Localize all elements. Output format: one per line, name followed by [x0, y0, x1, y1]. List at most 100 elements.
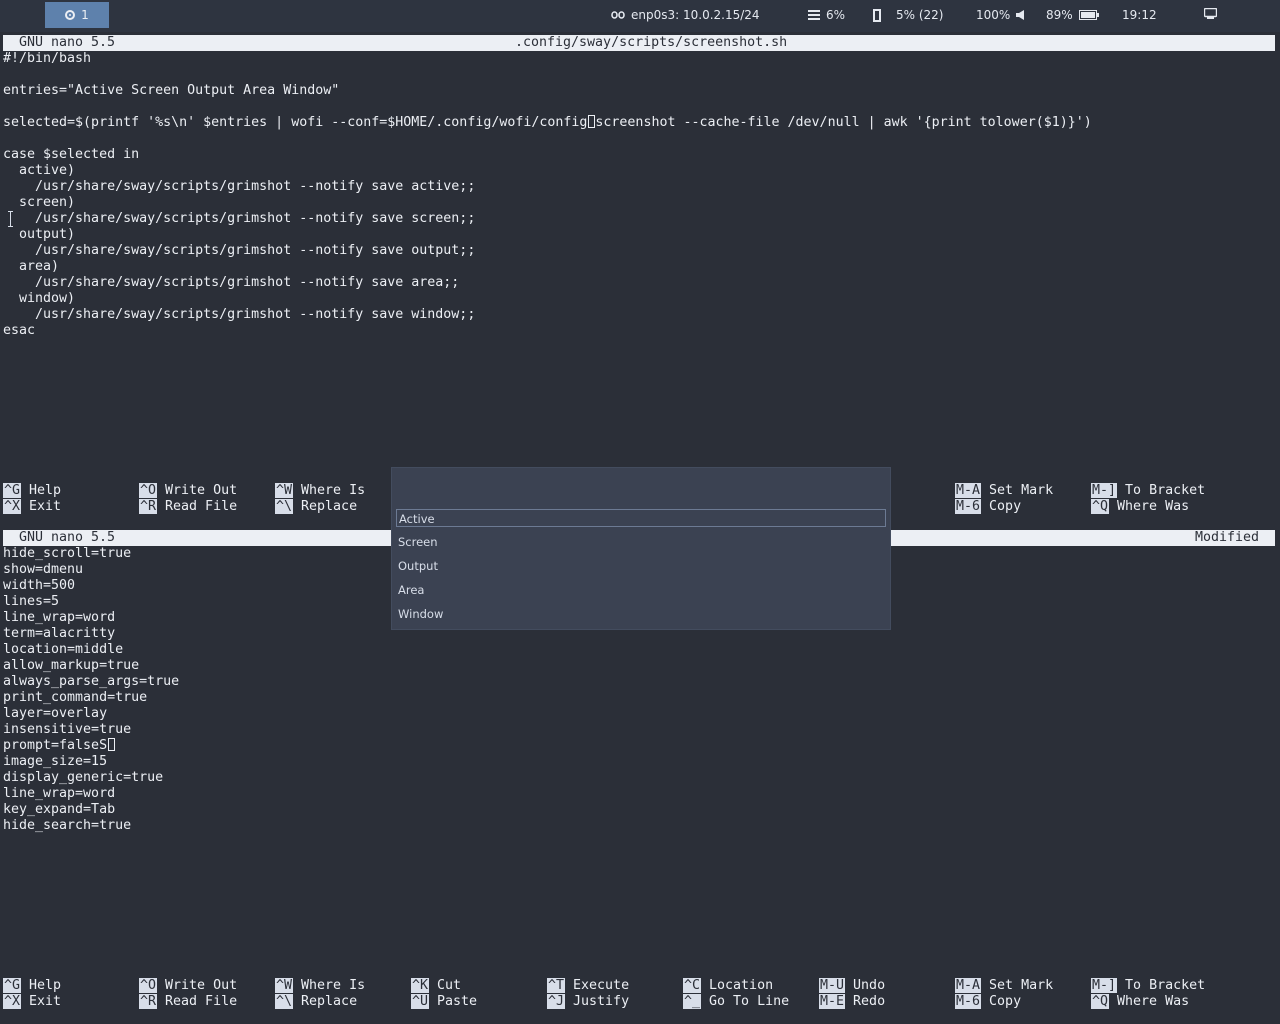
code-line: area)	[3, 259, 60, 274]
memory-icon	[873, 8, 881, 22]
code-line: screen)	[3, 195, 76, 210]
shortcut-read-file[interactable]: ^R Read File	[139, 994, 237, 1010]
shortcut-set-mark[interactable]: M-A Set Mark	[955, 978, 1053, 994]
shortcut-redo[interactable]: M-E Redo	[819, 994, 885, 1010]
code-line: /usr/share/sway/scripts/grimshot --notif…	[3, 179, 476, 194]
config-line: insensitive=true	[3, 722, 132, 737]
config-line: print_command=true	[3, 690, 148, 705]
volume-module[interactable]: 100%	[976, 8, 1025, 22]
shortcut-exit[interactable]: ^X Exit	[3, 994, 61, 1010]
battery-icon	[1078, 10, 1099, 20]
config-line: always_parse_args=true	[3, 674, 180, 689]
volume-text: 100%	[976, 8, 1011, 22]
workspace-button[interactable]: 1	[45, 2, 109, 28]
shortcut-copy[interactable]: M-6 Copy	[955, 499, 1021, 515]
shortcut-execute[interactable]: ^T Execute	[547, 978, 629, 994]
nano-filename: .config/sway/scripts/screenshot.sh	[515, 35, 788, 50]
code-line: /usr/share/sway/scripts/grimshot --notif…	[3, 307, 476, 322]
config-line: lines=5	[3, 594, 60, 609]
notification-module[interactable]	[1204, 8, 1217, 19]
shortcut-set-mark[interactable]: M-A Set Mark	[955, 483, 1053, 499]
code-line: #!/bin/bash	[3, 51, 92, 66]
code-line: /usr/share/sway/scripts/grimshot --notif…	[3, 211, 476, 226]
nano-titlebar: GNU nano 5.5 .config/sway/scripts/screen…	[3, 35, 1275, 51]
config-line: line_wrap=word	[3, 610, 116, 625]
shortcut-help[interactable]: ^G Help	[3, 483, 61, 499]
config-line: layer=overlay	[3, 706, 108, 721]
network-text: enp0s3: 10.0.2.15/24	[631, 8, 760, 22]
cpu-icon	[808, 10, 820, 20]
editor-text-area[interactable]: hide_scroll=true show=dmenu width=500 li…	[3, 546, 179, 834]
network-module[interactable]: enp0s3: 10.0.2.15/24	[611, 8, 760, 22]
speaker-icon	[1016, 10, 1025, 20]
code-line: output)	[3, 227, 76, 242]
wofi-item-window[interactable]: Window	[396, 605, 886, 623]
code-segment: screenshot --cache-file /dev/null | awk …	[595, 115, 1092, 130]
config-line: location=middle	[3, 642, 124, 657]
shortcut-replace[interactable]: ^\ Replace	[275, 994, 357, 1010]
memory-text: 5% (22)	[896, 8, 944, 22]
shortcut-where-was[interactable]: ^Q Where Was	[1091, 499, 1189, 515]
status-bar: 1 enp0s3: 10.0.2.15/24 6% 5% (22) 100% 8…	[0, 0, 1280, 32]
config-line: key_expand=Tab	[3, 802, 116, 817]
editor-text-area[interactable]: #!/bin/bash entries="Active Screen Outpu…	[3, 51, 1092, 339]
wofi-menu[interactable]: Active Screen Output Area Window	[391, 467, 891, 630]
config-line: line_wrap=word	[3, 786, 116, 801]
shortcut-cut[interactable]: ^K Cut	[411, 978, 461, 994]
workspace-number: 1	[81, 8, 89, 22]
wofi-item-output[interactable]: Output	[396, 557, 886, 575]
config-line: allow_markup=true	[3, 658, 140, 673]
shortcut-write-out[interactable]: ^O Write Out	[139, 978, 237, 994]
shortcut-to-bracket[interactable]: M-] To Bracket	[1091, 483, 1205, 499]
wofi-item-area[interactable]: Area	[396, 581, 886, 599]
clock[interactable]: 19:12	[1122, 8, 1157, 22]
shortcut-where-was[interactable]: ^Q Where Was	[1091, 994, 1189, 1010]
shortcut-undo[interactable]: M-U Undo	[819, 978, 885, 994]
shortcut-paste[interactable]: ^U Paste	[411, 994, 477, 1010]
config-text: prompt=falseS	[3, 738, 108, 753]
config-line: hide_scroll=true	[3, 546, 132, 561]
shortcut-go-to-line[interactable]: ^_ Go To Line	[683, 994, 789, 1010]
code-line: esac	[3, 323, 36, 338]
shortcut-where-is[interactable]: ^W Where Is	[275, 978, 365, 994]
shortcut-exit[interactable]: ^X Exit	[3, 499, 61, 515]
config-line: image_size=15	[3, 754, 108, 769]
nano-version: GNU nano 5.5	[19, 35, 116, 50]
shortcut-justify[interactable]: ^J Justify	[547, 994, 629, 1010]
code-line: active)	[3, 163, 76, 178]
shortcut-copy[interactable]: M-6 Copy	[955, 994, 1021, 1010]
code-line: case $selected in	[3, 147, 140, 162]
code-segment: selected=$(printf '%s\n' $entries | wofi…	[3, 115, 588, 130]
wofi-item-screen[interactable]: Screen	[396, 533, 886, 551]
shortcut-write-out[interactable]: ^O Write Out	[139, 483, 237, 499]
code-line: /usr/share/sway/scripts/grimshot --notif…	[3, 275, 460, 290]
wofi-item-active[interactable]: Active	[396, 509, 886, 527]
memory-module[interactable]: 5% (22)	[872, 8, 943, 22]
shortcut-read-file[interactable]: ^R Read File	[139, 499, 237, 515]
code-line: entries="Active Screen Output Area Windo…	[3, 83, 340, 98]
config-line: prompt=falseS	[3, 738, 179, 754]
ibeam-cursor-icon	[8, 211, 14, 227]
shortcut-help[interactable]: ^G Help	[3, 978, 61, 994]
config-line: display_generic=true	[3, 770, 164, 785]
cpu-module[interactable]: 6%	[808, 8, 845, 22]
battery-module[interactable]: 89%	[1046, 8, 1099, 22]
shortcut-to-bracket[interactable]: M-] To Bracket	[1091, 978, 1205, 994]
shortcut-where-is[interactable]: ^W Where Is	[275, 483, 365, 499]
battery-text: 89%	[1046, 8, 1073, 22]
shortcut-location[interactable]: ^C Location	[683, 978, 773, 994]
network-icon	[611, 11, 625, 19]
shortcut-replace[interactable]: ^\ Replace	[275, 499, 357, 515]
config-line: width=500	[3, 578, 76, 593]
config-line: show=dmenu	[3, 562, 84, 577]
config-line: term=alacritty	[3, 626, 116, 641]
nano-version: GNU nano 5.5	[19, 530, 116, 545]
config-line: hide_search=true	[3, 818, 132, 833]
top-terminal[interactable]: GNU nano 5.5 .config/sway/scripts/screen…	[0, 32, 1280, 524]
cpu-text: 6%	[826, 8, 846, 22]
code-line: window)	[3, 291, 76, 306]
modified-indicator: Modified	[1194, 530, 1259, 545]
